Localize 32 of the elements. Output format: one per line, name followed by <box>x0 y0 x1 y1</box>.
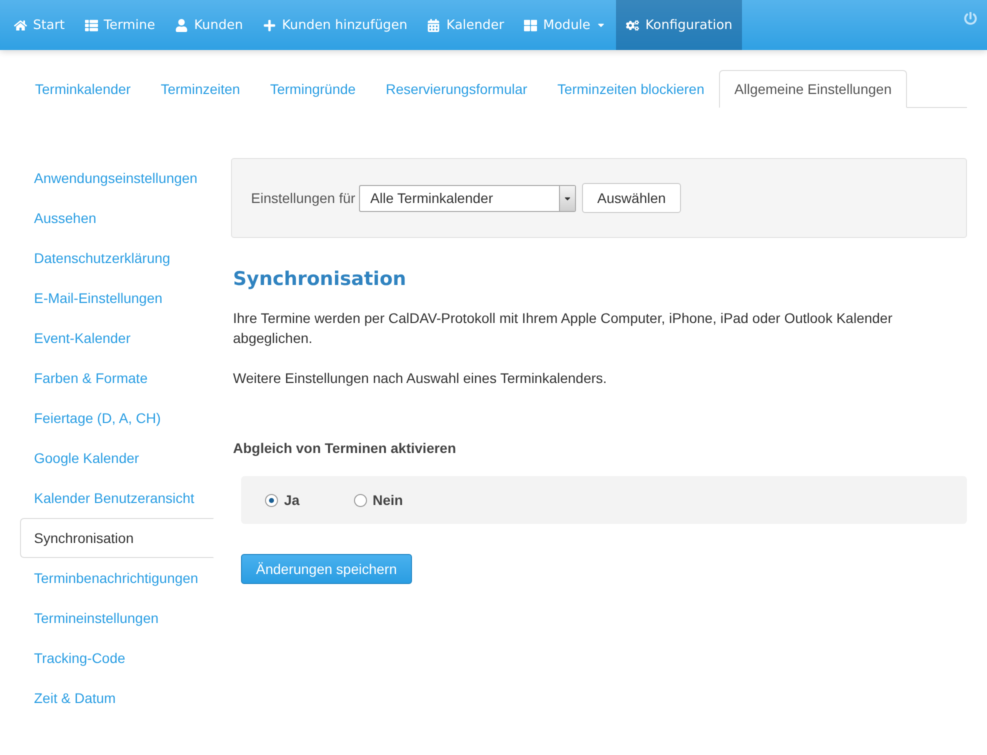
nav-item[interactable]: Kunden hinzufügen <box>252 0 418 50</box>
section-title: Synchronisation <box>233 268 408 290</box>
nav-icon <box>84 18 98 32</box>
nav-icon <box>427 18 440 32</box>
radio-option[interactable]: Ja <box>265 492 300 508</box>
nav-icon <box>626 18 640 32</box>
save-button[interactable]: Änderungen speichern <box>241 554 412 584</box>
nav-item[interactable]: Start <box>4 0 75 50</box>
nav-item[interactable]: Module <box>514 0 616 50</box>
calendar-select[interactable]: Alle Terminkalender <box>359 184 576 212</box>
nav-item[interactable]: Kalender <box>417 0 514 50</box>
nav-icon <box>262 18 276 32</box>
sidebar-item[interactable]: Synchronisation <box>20 518 214 558</box>
select-button[interactable]: Auswählen <box>582 183 681 213</box>
tab[interactable]: Terminzeiten blockieren <box>542 70 720 108</box>
nav-item[interactable]: Termine <box>74 0 166 50</box>
radio-icon[interactable] <box>354 494 367 506</box>
power-icon[interactable] <box>964 12 977 25</box>
radio-icon[interactable] <box>265 494 278 506</box>
paragraph: Weitere Einstellungen nach Auswahl eines Terminkalenders. <box>233 369 608 388</box>
radio-label: Nein <box>372 492 403 508</box>
radio-option[interactable]: Nein <box>354 492 403 508</box>
radio-label: Ja <box>284 492 300 508</box>
nav-icon <box>175 18 188 32</box>
tab[interactable]: Allgemeine Einstellungen <box>719 70 907 108</box>
question-label: Abgleich von Terminen aktivieren <box>233 440 458 456</box>
nav-item[interactable]: Kunden <box>165 0 253 50</box>
nav-icon <box>14 18 27 32</box>
nav-icon <box>524 18 538 32</box>
paragraph: Ihre Termine werden per CalDAV-Protokoll mit Ihrem Apple Computer, iPhone, iPad oder Outlook Kalender abgeglichen. <box>233 309 894 348</box>
nav-item[interactable]: Konfiguration <box>616 0 742 50</box>
filter-label: Einstellungen für <box>251 190 356 206</box>
